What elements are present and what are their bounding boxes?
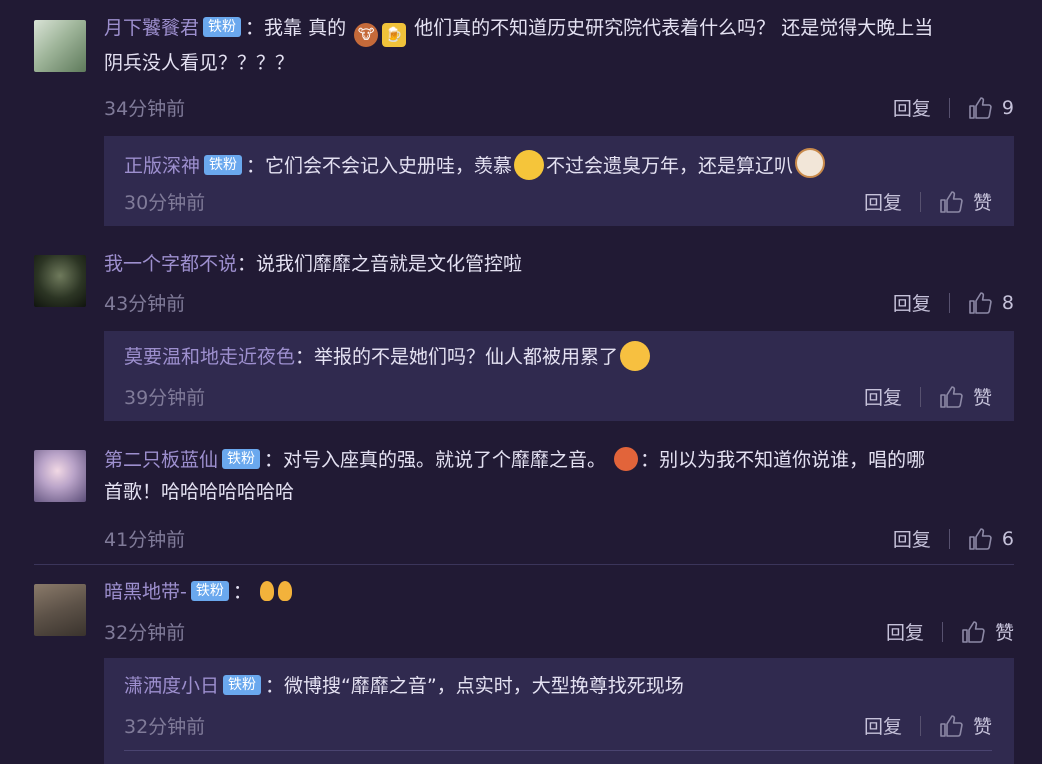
shrimp-emoji-icon [614,447,639,471]
avatar[interactable] [34,584,86,636]
divider [919,715,921,736]
timestamp: 43分钟前 [104,293,186,315]
like-label[interactable]: 赞 [973,383,992,410]
comment-content: 对号入座真的强。就说了个靡靡之音。 [283,449,607,471]
reply-button[interactable]: 回复 [893,289,931,316]
comment-text: 我一个字都不说：说我们靡靡之音就是文化管控啦 [104,253,523,275]
fan-badge: 铁粉 [204,155,243,175]
ear-emoji-icon [277,581,292,601]
divider [941,621,943,642]
like-label[interactable]: 赞 [995,618,1014,645]
timestamp: 30分钟前 [124,192,206,214]
timestamp: 41分钟前 [104,529,186,551]
thumbs-up-icon[interactable] [939,190,963,214]
like-label[interactable]: 赞 [973,712,992,739]
username[interactable]: 正版深神 [124,155,200,177]
divider [948,292,950,313]
divider [948,528,950,549]
comment-content: 我靠 真的 [264,17,347,39]
fan-badge: 铁粉 [190,581,229,601]
thumbs-up-icon[interactable] [961,620,985,644]
avatar[interactable] [34,20,86,72]
reply-content: 微博搜“靡靡之音”，点实时，大型挽尊找死现场 [284,675,684,697]
reply-text: 莫要温和地走近夜色：举报的不是她们吗？仙人都被用累了 [124,341,1004,373]
reply-button[interactable]: 回复 [893,94,931,121]
tired-face-emoji-icon [620,341,651,371]
cat-face-emoji-icon [795,148,826,178]
comment-text: 第二只板蓝仙 铁粉 ：对号入座真的强。就说了个靡靡之音。 ：别以为我不知道你说谁，唱… [104,447,926,503]
reply-content: 举报的不是她们吗？仙人都被用累了 [314,346,619,368]
reply-thread: 潇洒度小日 铁粉 ：微博搜“靡靡之音”，点实时，大型挽尊找死现场 32分钟前 回复 … [104,658,1014,764]
timestamp: 32分钟前 [104,622,186,644]
username[interactable]: 第二只板蓝仙 [104,449,218,471]
reply-button[interactable]: 回复 [864,712,902,739]
comment-content: 首歌！哈哈哈哈哈哈哈 [104,481,295,503]
reply-text: 潇洒度小日 铁粉 ：微博搜“靡靡之音”，点实时，大型挽尊找死现场 [124,675,684,697]
username[interactable]: 潇洒度小日 [124,675,219,697]
comment-text: 月下饕餮君 铁粉 ：我靠 真的 🐮 🍺 他们真的不知道历史研究院代表着什么吗？ 还是觉… [104,17,934,74]
timestamp: 34分钟前 [104,98,186,120]
username[interactable]: 月下饕餮君 [104,17,199,39]
beer-mug-emoji-icon: 🍺 [382,23,407,47]
ear-emoji-icon [259,581,274,601]
avatar[interactable] [34,450,86,502]
username[interactable]: 莫要温和地走近夜色 [124,346,295,368]
fan-badge: 铁粉 [223,675,262,695]
like-count: 6 [1001,527,1014,550]
reply-thread: 莫要温和地走近夜色：举报的不是她们吗？仙人都被用累了 39分钟前 回复 赞 [104,331,1014,421]
avatar[interactable] [34,255,86,307]
username[interactable]: 我一个字都不说 [104,253,237,275]
reply-text: 正版深神 铁粉 ：它们会不会记入史册哇，羡慕 不过会遗臭万年，还是算辽叭 [124,148,1004,182]
divider [948,97,950,118]
like-count: 8 [1001,291,1014,314]
timestamp: 39分钟前 [124,387,206,409]
cow-face-emoji-icon: 🐮 [354,23,379,47]
comment-divider [34,564,1014,565]
reply-button[interactable]: 回复 [864,383,902,410]
comment-content: 说我们靡靡之音就是文化管控啦 [256,253,523,275]
pleading-face-emoji-icon [514,150,545,180]
divider [919,386,921,407]
thumbs-up-icon[interactable] [968,527,992,551]
reply-button[interactable]: 回复 [893,525,931,552]
reply-button[interactable]: 回复 [886,618,924,645]
comment-content: 他们真的不知道历史研究院代表着什么吗？ 还是觉得大晚上当 [414,17,934,39]
thumbs-up-icon[interactable] [968,291,992,315]
reply-content: 它们会不会记入史册哇，羡慕 [265,155,513,177]
divider [919,191,921,212]
thumbs-up-icon[interactable] [939,714,963,738]
fan-badge: 铁粉 [203,17,242,37]
like-label[interactable]: 赞 [973,188,992,215]
timestamp: 32分钟前 [124,716,206,738]
reply-button[interactable]: 回复 [864,188,902,215]
thumbs-up-icon[interactable] [939,385,963,409]
fan-badge: 铁粉 [222,449,261,469]
comment-text: 暗黑地带- 铁粉： [104,576,1014,608]
reply-content: 不过会遗臭万年，还是算辽叭 [546,155,794,177]
reply-divider [124,750,992,751]
like-count: 9 [1001,96,1014,119]
comment-content: 阴兵没人看见？？？？ [104,52,295,74]
thumbs-up-icon[interactable] [968,96,992,120]
username[interactable]: 暗黑地带- [104,581,187,603]
reply-thread: 正版深神 铁粉 ：它们会不会记入史册哇，羡慕 不过会遗臭万年，还是算辽叭 30分钟前 … [104,136,1014,226]
comment-content: ：别以为我不知道你说谁，唱的哪 [640,449,926,471]
